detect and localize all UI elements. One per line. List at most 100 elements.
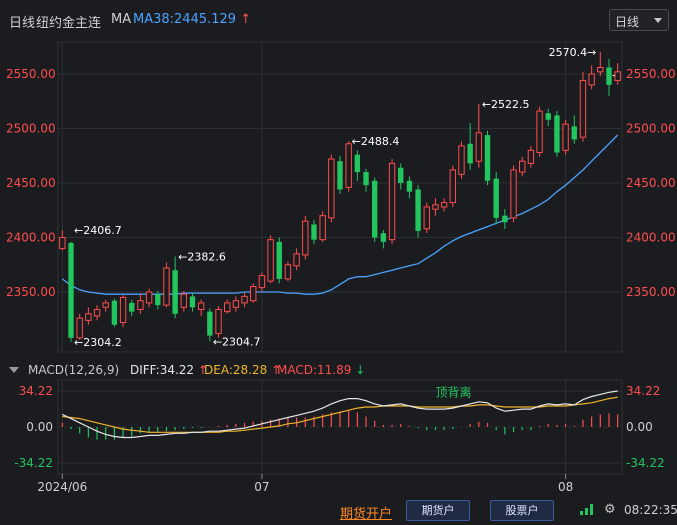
candle: [527, 145, 535, 168]
macd-tick-label: 34.22: [626, 384, 660, 398]
macd-tick-label: 0.00: [26, 420, 53, 434]
macd-lines: 顶背离: [62, 384, 618, 439]
candle: [215, 306, 222, 338]
candle: [440, 198, 448, 212]
candle: [380, 229, 387, 249]
candle-body: [458, 145, 465, 175]
candle-body: [440, 202, 448, 208]
candle: [432, 198, 439, 216]
candle-body: [59, 237, 66, 249]
candle: [207, 308, 213, 342]
price-annotation: ←2488.4: [352, 135, 400, 148]
candles: [59, 51, 621, 342]
x-tick-label: 08: [558, 480, 573, 494]
clock-time: 08:22:35: [624, 503, 677, 517]
footer-bar: [0, 497, 677, 525]
candle: [293, 248, 300, 271]
candle: [197, 299, 205, 316]
price-annotation: ←2382.6: [178, 250, 226, 263]
candle: [102, 299, 109, 312]
candle: [85, 307, 92, 325]
candle: [111, 298, 118, 327]
gear-icon[interactable]: ⚙: [604, 502, 616, 517]
candle: [189, 293, 196, 312]
price-annotation: 2570.4→: [549, 46, 597, 59]
candle-body: [475, 132, 483, 162]
macd-histogram: [61, 410, 619, 440]
price-tick-label: 2450.00: [626, 176, 676, 190]
price-tick-label: 2500.00: [626, 122, 676, 136]
macd-dea-text: DEA:28.28: [204, 363, 268, 377]
candle-body: [337, 161, 343, 190]
candle-body: [302, 220, 309, 256]
candle: [554, 111, 560, 157]
candle-body: [510, 169, 517, 219]
candle-body: [372, 180, 378, 238]
price-tick-label: 2550.00: [6, 67, 56, 81]
futures-account-button[interactable]: 期货户: [406, 500, 470, 521]
candle-body: [215, 308, 222, 334]
x-axis: 2024/06 07 08: [37, 474, 573, 494]
candle-body: [406, 180, 413, 192]
candle: [119, 295, 127, 327]
candle-body: [172, 270, 178, 314]
candle-body: [423, 206, 430, 230]
candle-body: [241, 295, 248, 304]
kline-chart[interactable]: 2550.00 2500.00 2450.00 2400.00 2350.00 2550…: [0, 0, 677, 497]
candle: [423, 202, 430, 234]
signal-icon: [580, 504, 593, 515]
candle: [258, 272, 266, 292]
price-tick-label: 2350.00: [626, 285, 676, 299]
divergence-label: 顶背离: [435, 384, 471, 399]
price-annotation: ←2304.7: [213, 335, 261, 348]
candle-body: [571, 126, 577, 140]
price-tick-label: 2400.00: [626, 231, 676, 245]
macd-diff-text: DIFF:34.22: [130, 363, 195, 377]
x-tick-label: 07: [254, 480, 269, 494]
candle-body: [232, 300, 240, 308]
price-axis-left: 2550.00 2500.00 2450.00 2400.00 2350.00: [6, 67, 56, 299]
candle-body: [484, 135, 491, 181]
price-annotations: ←2406.7 ←2304.2 ←2382.6 ←2304.7 ←2488.4 ←2522…: [74, 46, 596, 349]
candle: [449, 165, 456, 207]
candle-body: [380, 233, 387, 242]
price-tick-label: 2450.00: [6, 176, 56, 190]
price-tick-label: 2500.00: [6, 122, 56, 136]
x-tick-label: 2024/06: [37, 480, 87, 494]
candle-body: [493, 178, 499, 218]
candle: [588, 65, 595, 90]
macd-tick-label: 0.00: [626, 420, 653, 434]
candle: [372, 177, 378, 242]
candle-body: [197, 302, 205, 310]
macd-dea: DEA:28.28 ↑: [204, 363, 281, 377]
price-tick-label: 2400.00: [6, 231, 56, 245]
candle-body: [276, 241, 282, 279]
candle: [415, 185, 421, 238]
candle-body: [68, 242, 74, 338]
candle: [562, 119, 569, 155]
candle: [284, 261, 292, 282]
candle-body: [76, 317, 83, 339]
stock-account-button[interactable]: 股票户: [490, 500, 554, 521]
macd-tick-label: -34.22: [626, 456, 665, 470]
candle-body: [449, 169, 456, 204]
candle: [545, 108, 551, 127]
candle: [302, 215, 309, 260]
candle: [276, 237, 282, 284]
candle-body: [163, 267, 170, 306]
macd-collapse-icon[interactable]: [9, 367, 19, 373]
candle: [328, 154, 335, 223]
macd-title[interactable]: MACD(12,26,9): [28, 363, 119, 377]
futures-account-link[interactable]: 期货开户: [340, 503, 392, 522]
candle: [224, 299, 231, 314]
candle-body: [180, 293, 188, 308]
candle-body: [398, 167, 404, 183]
candle: [467, 123, 473, 170]
candle: [337, 155, 343, 194]
candle-body: [319, 215, 326, 241]
candle-body: [527, 149, 535, 164]
candle: [267, 235, 274, 284]
candle-body: [554, 115, 560, 153]
candle-body: [293, 253, 300, 267]
macd-value-text: MACD:11.89: [277, 363, 352, 377]
